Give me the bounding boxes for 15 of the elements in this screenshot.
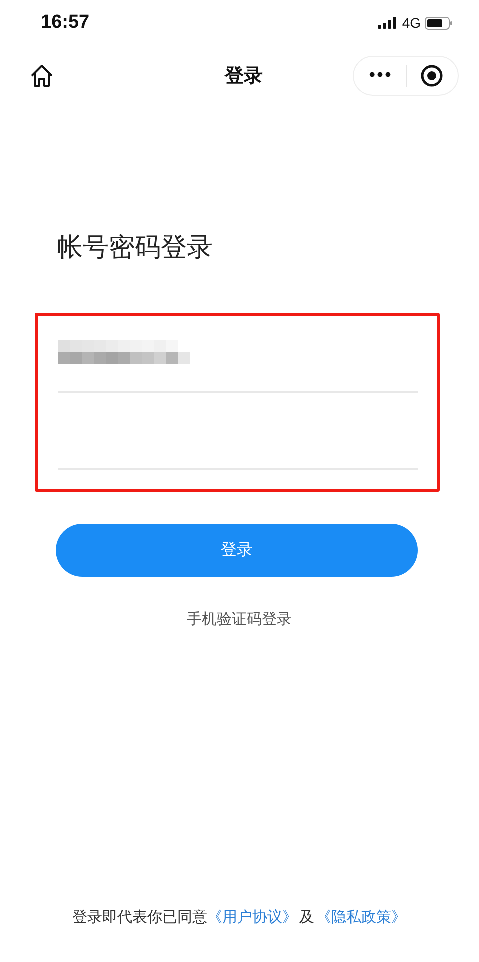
network-label: 4G [402, 15, 421, 31]
agreement-joiner: 及 [300, 908, 314, 927]
privacy-policy-link[interactable]: 《隐私政策》 [316, 908, 406, 927]
battery-icon [425, 16, 453, 30]
agreement-text: 登录即代表你已同意 [72, 908, 208, 927]
page-title: 登录 [225, 64, 263, 89]
login-heading: 帐号密码登录 [57, 232, 214, 265]
user-agreement-link[interactable]: 《用户协议》 [208, 908, 298, 927]
more-button[interactable]: ••• [354, 68, 406, 84]
login-button[interactable]: 登录 [56, 524, 418, 577]
close-target-icon[interactable] [421, 65, 444, 87]
status-time: 16:57 [41, 12, 90, 34]
signal-icon [378, 17, 398, 29]
sms-login-link[interactable]: 手机验证码登录 [187, 610, 292, 629]
home-icon[interactable] [29, 63, 55, 89]
